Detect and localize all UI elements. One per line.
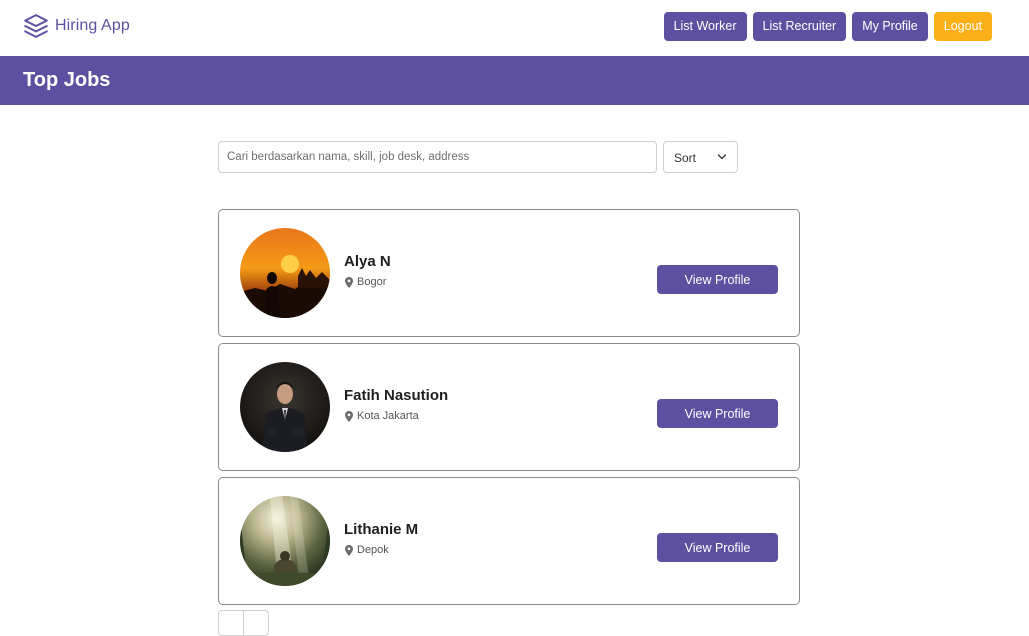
worker-card: Lithanie M Depok View Profile: [218, 477, 800, 605]
avatar-photo-forest-light: [240, 496, 330, 586]
location-text: Kota Jakarta: [357, 410, 419, 422]
avatar-photo-man-suit: [240, 362, 330, 452]
list-worker-button[interactable]: List Worker: [663, 12, 747, 41]
sort-label: Sort: [674, 151, 697, 165]
worker-name: Alya N: [344, 253, 391, 270]
top-jobs-banner: Top Jobs: [0, 56, 1029, 105]
stacked-layers-icon: [24, 14, 48, 38]
page-title: Top Jobs: [23, 69, 111, 91]
view-profile-button[interactable]: View Profile: [657, 265, 778, 294]
pagination-page-button[interactable]: [243, 610, 269, 636]
map-pin-icon: [345, 276, 353, 288]
navbar: Hiring App List Worker List Recruiter My…: [0, 0, 1029, 56]
worker-location: Kota Jakarta: [345, 410, 419, 422]
worker-card: Fatih Nasution Kota Jakarta View Profile: [218, 343, 800, 471]
map-pin-icon: [345, 544, 353, 556]
avatar: [240, 362, 330, 452]
sort-dropdown[interactable]: Sort: [663, 141, 738, 173]
worker-location: Depok: [345, 544, 389, 556]
location-text: Bogor: [357, 276, 387, 288]
view-profile-button[interactable]: View Profile: [657, 399, 778, 428]
my-profile-button[interactable]: My Profile: [852, 12, 928, 41]
worker-name: Lithanie M: [344, 521, 419, 538]
pagination: [218, 610, 269, 636]
list-recruiter-button[interactable]: List Recruiter: [752, 12, 847, 41]
brand-name: Hiring App: [55, 17, 130, 34]
worker-name: Fatih Nasution: [344, 387, 449, 404]
nav-buttons: List Worker List Recruiter My Profile Lo…: [663, 12, 992, 41]
avatar: [240, 228, 330, 318]
avatar-photo-sunset: [240, 228, 330, 318]
location-text: Depok: [357, 544, 389, 556]
pagination-prev-button[interactable]: [218, 610, 244, 636]
brand-logo[interactable]: Hiring App: [23, 13, 130, 39]
map-pin-icon: [345, 410, 353, 422]
logout-button[interactable]: Logout: [933, 12, 992, 41]
chevron-down-icon: [717, 154, 727, 160]
search-input[interactable]: [218, 141, 657, 173]
worker-card: Alya N Bogor View Profile: [218, 209, 800, 337]
worker-location: Bogor: [345, 276, 386, 288]
avatar: [240, 496, 330, 586]
view-profile-button[interactable]: View Profile: [657, 533, 778, 562]
